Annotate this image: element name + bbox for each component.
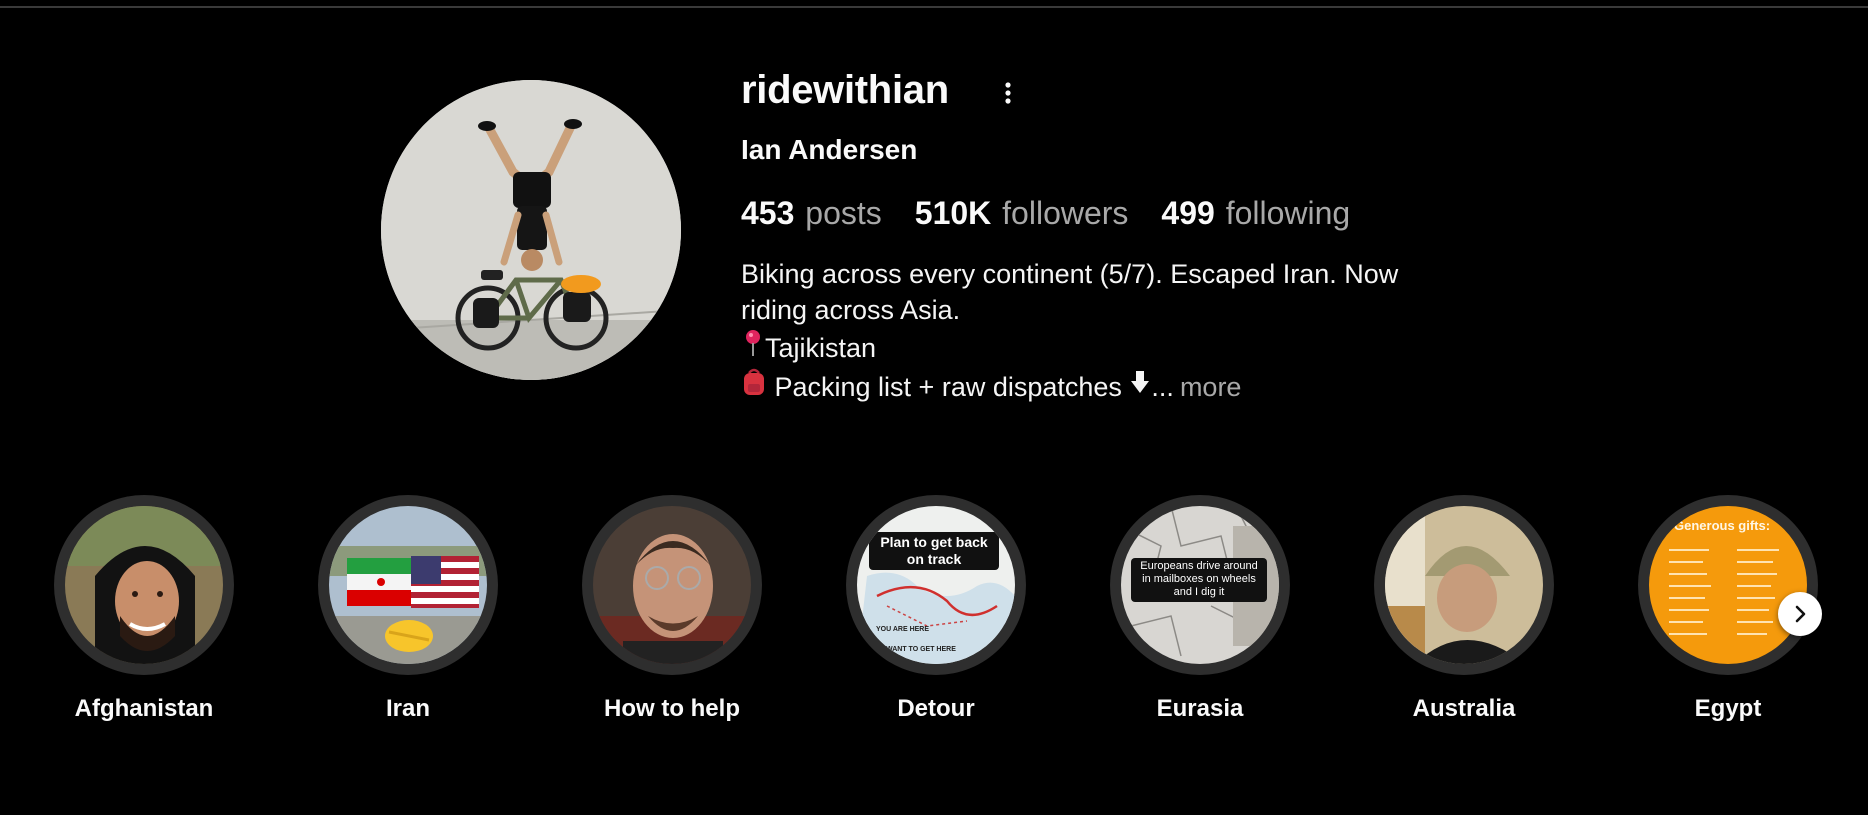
posts-stat[interactable]: 453 posts	[741, 195, 882, 232]
highlight-label: Iran	[385, 695, 430, 722]
bio-ellipsis: ...	[1151, 371, 1174, 402]
profile-username: ridewithian	[741, 68, 949, 112]
bio-line: riding across Asia.	[741, 295, 961, 325]
down-arrow-icon	[1129, 368, 1151, 405]
eurasia-overlay-text: Europeans drive around in mailboxes on w…	[1131, 558, 1267, 602]
following-stat[interactable]: 499 following	[1161, 195, 1350, 232]
round-pushpin-icon	[741, 328, 765, 367]
following-label: following	[1225, 195, 1351, 231]
highlight-label: Egypt	[1694, 695, 1762, 722]
highlight-ring	[1374, 495, 1554, 675]
top-border	[0, 0, 1868, 8]
bio-packing-text: Packing list + raw dispatches	[767, 371, 1130, 402]
bio-line-packing: Packing list + raw dispatches ... more	[741, 367, 1501, 406]
highlight-ring	[582, 495, 762, 675]
highlight-detour[interactable]: Plan to get back on track YOU ARE HERE W…	[846, 495, 1026, 723]
profile-stats: 453 posts 510K followers 499 following	[741, 195, 1350, 232]
highlight-label: How to help	[604, 695, 740, 722]
highlight-cover	[329, 506, 487, 664]
highlight-ring	[318, 495, 498, 675]
highlight-ring: Generous gifts:	[1638, 495, 1818, 675]
profile-avatar[interactable]	[381, 80, 681, 380]
highlight-cover	[593, 506, 751, 664]
highlight-afghanistan[interactable]: Afghanistan	[54, 495, 234, 723]
followers-stat[interactable]: 510K followers	[915, 195, 1129, 232]
detour-small-text: YOU ARE HERE	[876, 626, 930, 633]
egypt-overlay-text: Generous gifts:	[1674, 518, 1771, 533]
chevron-right-icon	[1795, 605, 1806, 623]
highlight-eurasia[interactable]: Europeans drive around in mailboxes on w…	[1110, 495, 1290, 723]
bio-more-link[interactable]: more	[1180, 369, 1242, 405]
highlight-label: Australia	[1412, 695, 1516, 722]
followers-count: 510K	[914, 195, 992, 231]
profile-bio: Biking across every continent (5/7). Esc…	[741, 256, 1501, 406]
more-options-icon[interactable]	[996, 80, 1020, 110]
bio-line: Biking across every continent (5/7). Esc…	[741, 259, 1399, 289]
highlight-cover: Europeans drive around in mailboxes on w…	[1121, 506, 1279, 664]
bio-line-location: Tajikistan	[741, 328, 1501, 367]
highlight-how-to-help[interactable]: How to help	[582, 495, 762, 723]
highlight-australia[interactable]: Australia	[1374, 495, 1554, 723]
highlight-label: Eurasia	[1156, 695, 1244, 722]
posts-label: posts	[805, 195, 882, 231]
highlight-iran[interactable]: Iran	[318, 495, 498, 723]
highlight-cover: Generous gifts:	[1649, 506, 1807, 664]
backpack-icon	[741, 367, 767, 406]
detour-overlay-text: Plan to get back on track	[869, 532, 999, 570]
bio-location-text: Tajikistan	[765, 332, 877, 363]
highlight-cover: Plan to get back on track YOU ARE HERE W…	[857, 506, 1015, 664]
profile-full-name: Ian Andersen	[741, 134, 918, 165]
highlight-cover	[65, 506, 223, 664]
detour-small-text: WANT TO GET HERE	[886, 646, 956, 653]
highlight-ring: Plan to get back on track YOU ARE HERE W…	[846, 495, 1026, 675]
highlight-cover	[1385, 506, 1543, 664]
highlight-label: Afghanistan	[74, 695, 214, 722]
highlight-ring: Europeans drive around in mailboxes on w…	[1110, 495, 1290, 675]
posts-count: 453	[741, 195, 795, 231]
following-count: 499	[1161, 195, 1215, 231]
highlight-label: Detour	[897, 695, 975, 722]
highlights-next-button[interactable]	[1778, 592, 1822, 636]
followers-label: followers	[1002, 195, 1129, 231]
highlight-ring	[54, 495, 234, 675]
